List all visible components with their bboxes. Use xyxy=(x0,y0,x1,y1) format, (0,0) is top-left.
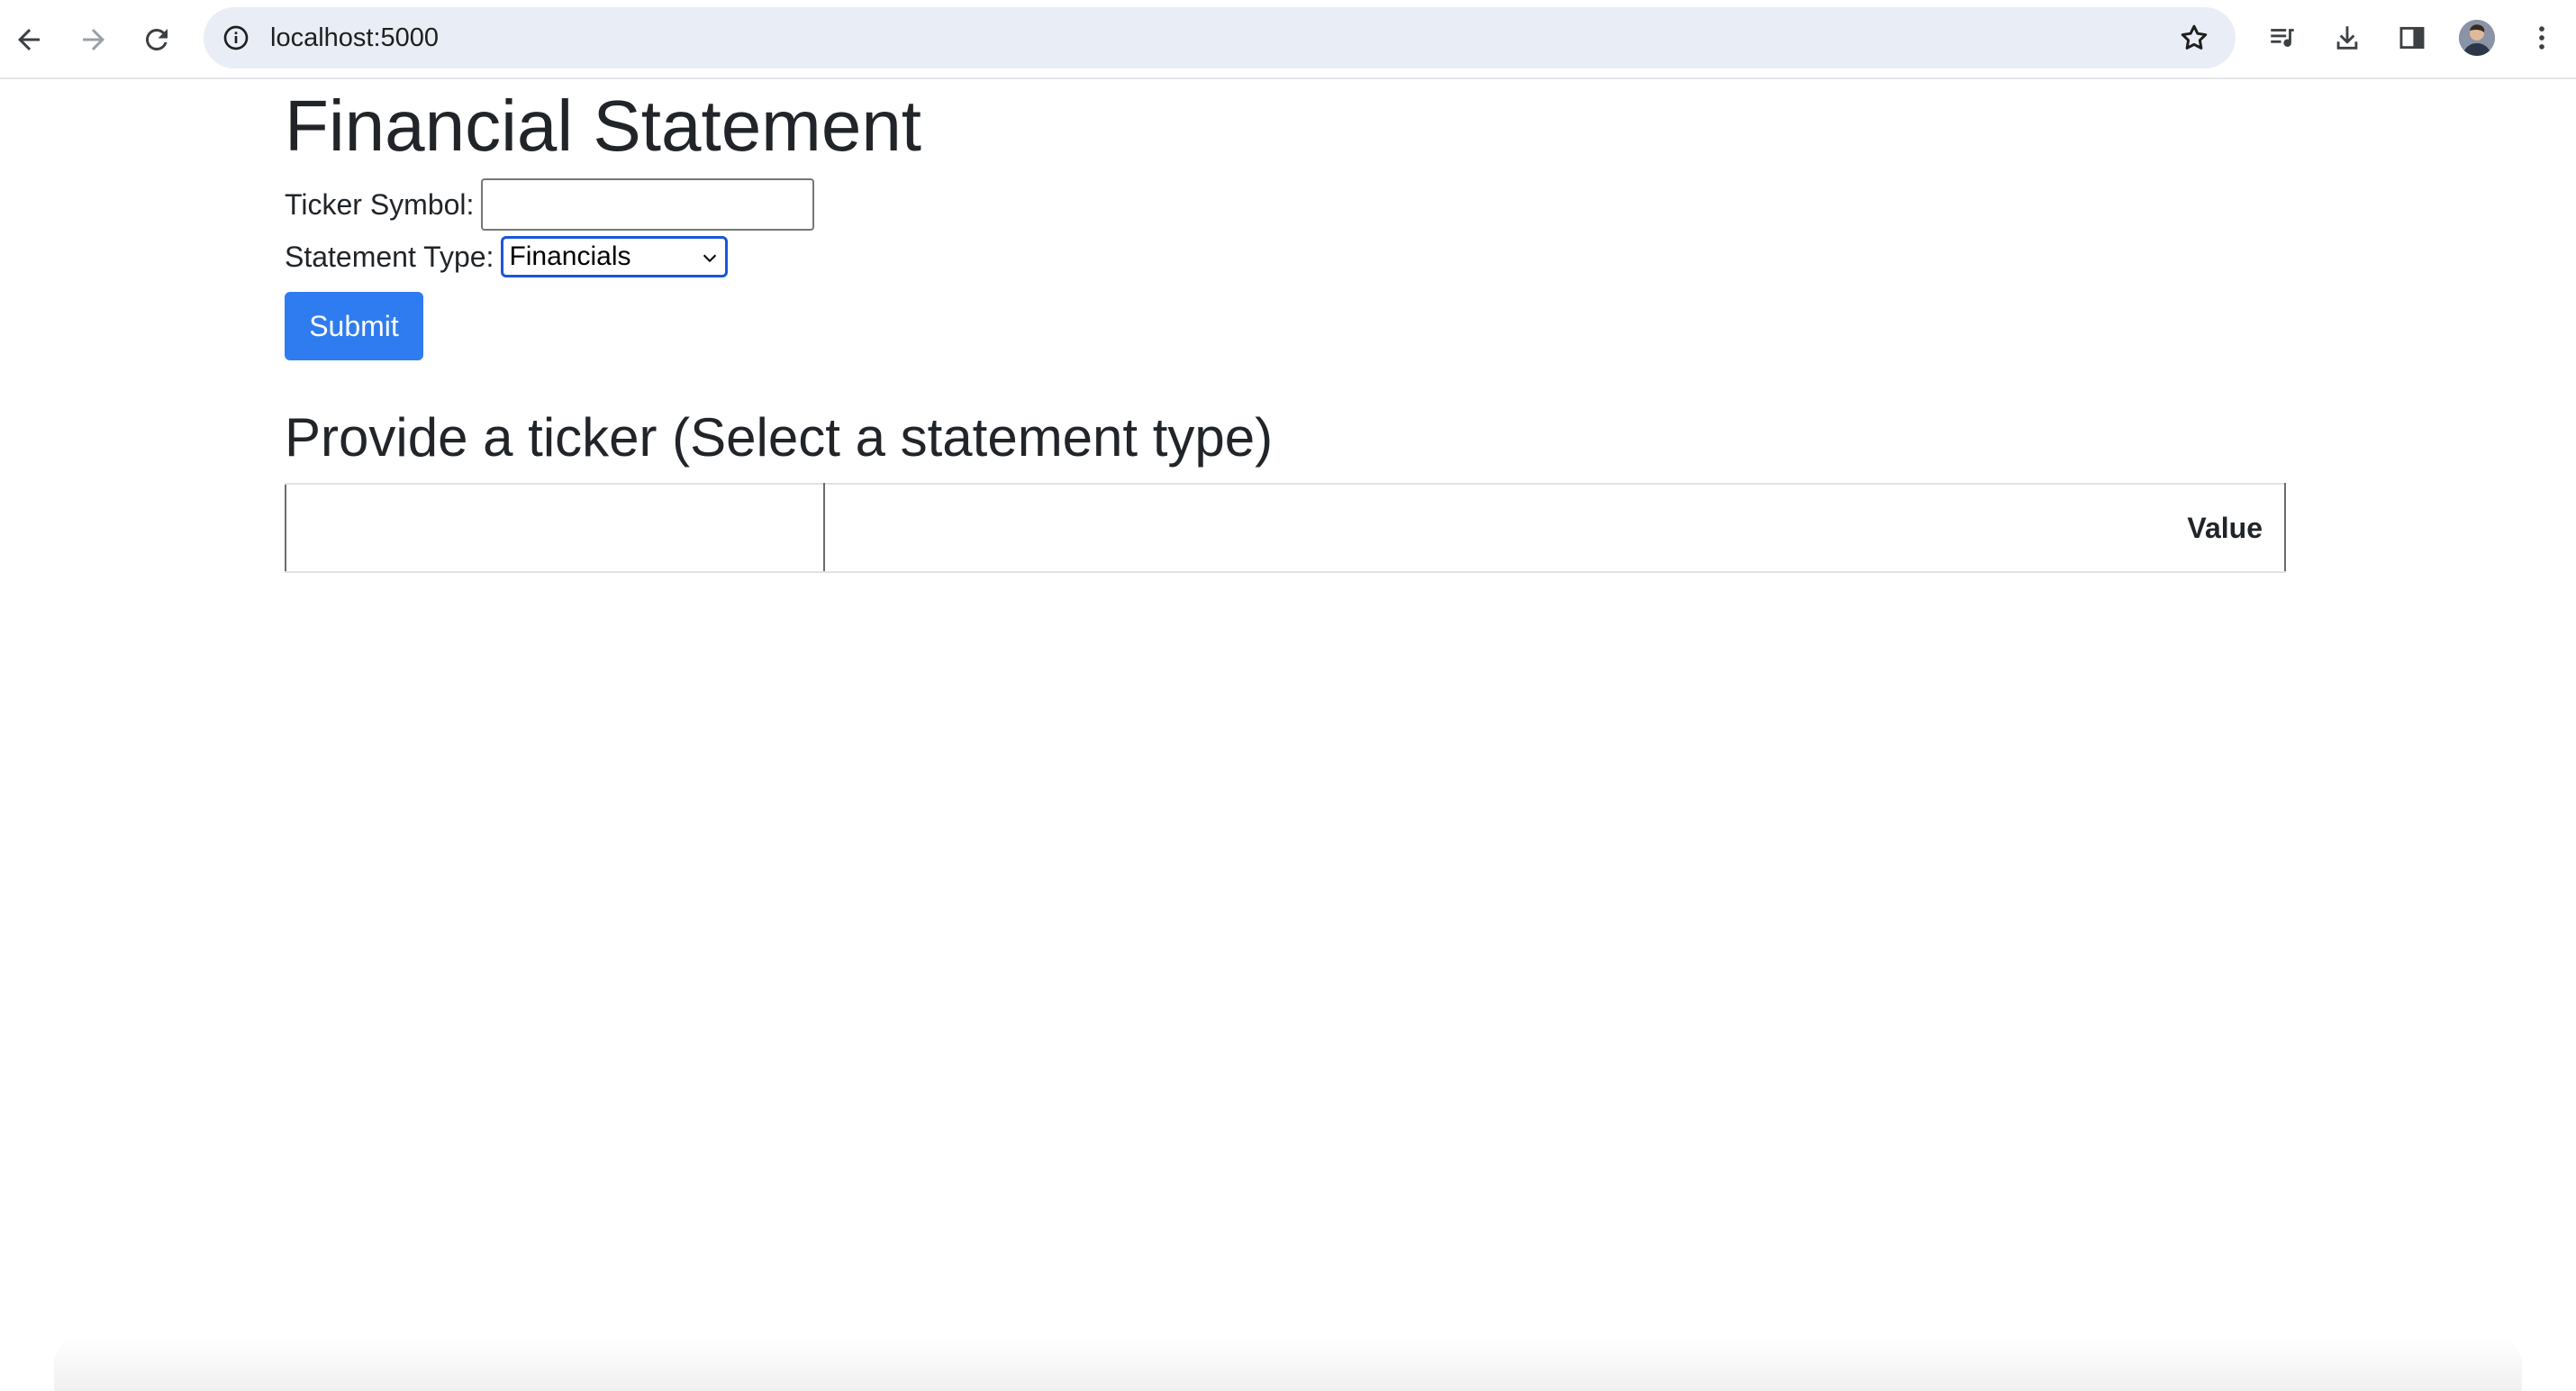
site-info-icon[interactable] xyxy=(220,22,252,54)
reload-button[interactable] xyxy=(133,16,180,63)
page-content: Financial Statement Ticker Symbol: State… xyxy=(285,79,2286,573)
side-panel-icon[interactable] xyxy=(2392,18,2432,58)
table-header-value: Value xyxy=(823,483,2286,573)
bookmark-star-icon[interactable] xyxy=(2178,22,2210,54)
browser-toolbar: localhost:5000 xyxy=(0,0,2576,79)
media-controls-icon[interactable] xyxy=(2263,18,2302,58)
ticker-row: Ticker Symbol: xyxy=(285,178,2286,231)
statement-type-select[interactable]: Financials xyxy=(501,236,729,277)
chevron-down-icon xyxy=(703,254,717,263)
page-title: Financial Statement xyxy=(285,86,922,166)
statement-row: Statement Type: Financials xyxy=(285,236,2286,277)
back-arrow-icon xyxy=(18,29,40,50)
submit-button[interactable]: Submit xyxy=(285,292,423,360)
result-heading: Provide a ticker (Select a statement typ… xyxy=(285,407,1274,468)
url-text[interactable]: localhost:5000 xyxy=(270,23,439,53)
browser-menu-icon[interactable] xyxy=(2522,18,2562,58)
table-header-row: Value xyxy=(285,483,2286,573)
address-bar[interactable]: localhost:5000 xyxy=(204,7,2236,68)
ticker-label: Ticker Symbol: xyxy=(285,188,475,221)
back-button[interactable] xyxy=(5,16,52,63)
downloads-icon[interactable] xyxy=(2327,18,2367,58)
forward-arrow-icon xyxy=(83,29,104,50)
reload-icon xyxy=(145,28,168,50)
statement-type-label: Statement Type: xyxy=(285,241,494,273)
profile-avatar[interactable] xyxy=(2459,20,2495,56)
ticker-input[interactable] xyxy=(481,178,815,231)
forward-button[interactable] xyxy=(70,16,117,63)
bottom-shadow xyxy=(54,1337,2522,1391)
statement-type-value: Financials xyxy=(509,241,631,271)
result-table: Value xyxy=(285,483,2286,573)
table-header-label xyxy=(285,483,825,573)
